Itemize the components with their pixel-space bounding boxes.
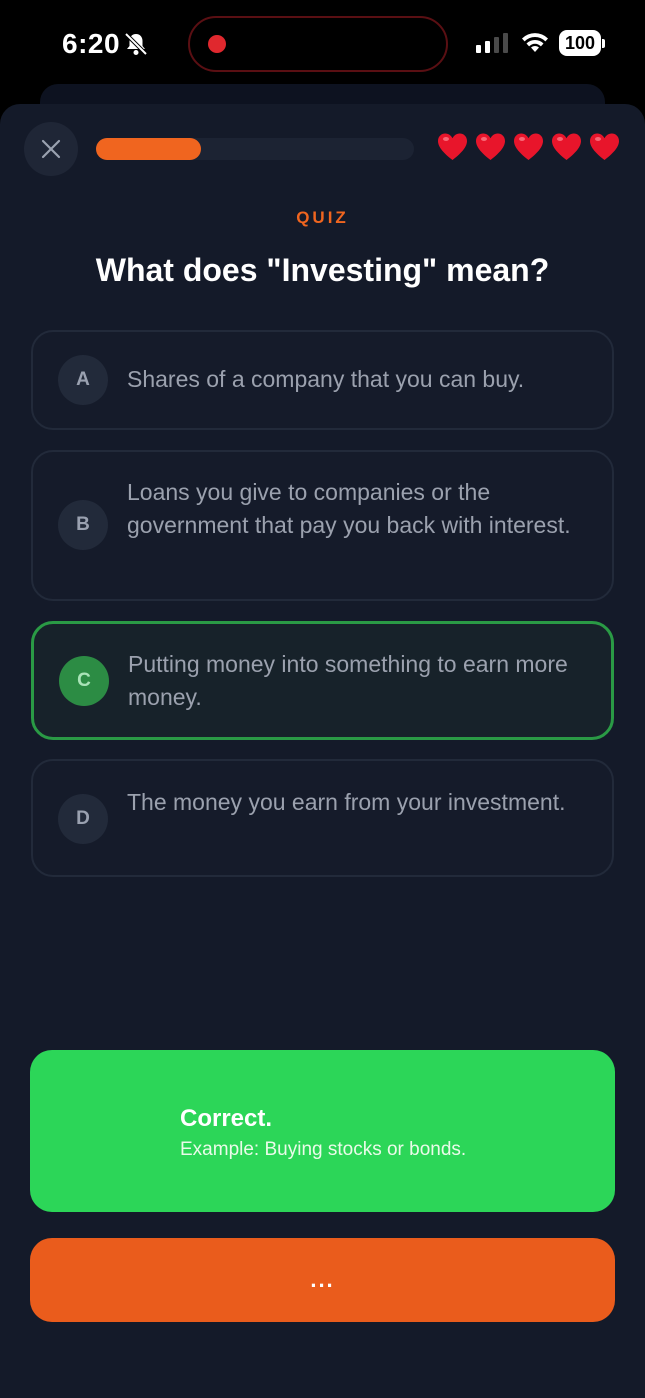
heart-icon xyxy=(476,133,505,160)
close-icon xyxy=(41,139,61,159)
option-text: Loans you give to companies or the gover… xyxy=(127,479,571,538)
option-letter: B xyxy=(58,500,108,550)
dynamic-island xyxy=(188,16,448,72)
lives-hearts xyxy=(438,132,619,166)
option-letter: A xyxy=(58,355,108,405)
option-letter: C xyxy=(59,656,109,706)
question-title: What does "Investing" mean? xyxy=(95,252,550,288)
quiz-kicker: QUIZ xyxy=(296,208,349,227)
battery-icon: 100 xyxy=(559,30,605,56)
option-a[interactable]: A Shares of a company that you can buy. xyxy=(31,330,614,430)
progress-bar xyxy=(96,138,414,160)
heart-icon xyxy=(590,133,619,160)
continue-button[interactable]: ... xyxy=(30,1238,615,1322)
option-text: The money you earn from your investment. xyxy=(127,789,566,815)
option-text: Shares of a company that you can buy. xyxy=(127,366,525,392)
bell-slash-icon xyxy=(124,32,148,56)
record-dot-icon xyxy=(208,35,226,53)
feedback-subtitle: Example: Buying stocks or bonds. xyxy=(180,1139,467,1160)
option-letter: D xyxy=(58,794,108,844)
cellular-signal-icon xyxy=(476,33,508,53)
option-text: Putting money into something to earn mor… xyxy=(128,651,568,710)
option-c[interactable]: C Putting money into something to earn m… xyxy=(31,621,614,740)
battery-level: 100 xyxy=(559,30,601,56)
progress-fill xyxy=(96,138,201,160)
option-d[interactable]: D The money you earn from your investmen… xyxy=(31,759,614,877)
option-b[interactable]: B Loans you give to companies or the gov… xyxy=(31,450,614,601)
heart-icon xyxy=(514,133,543,160)
heart-icon xyxy=(552,133,581,160)
feedback-banner: Correct. Example: Buying stocks or bonds… xyxy=(30,1050,615,1212)
close-button[interactable] xyxy=(24,122,78,176)
quiz-sheet: QUIZ What does "Investing" mean? A Share… xyxy=(0,104,645,1398)
wifi-icon xyxy=(522,33,548,52)
feedback-title: Correct. xyxy=(180,1105,273,1132)
status-time: 6:20 xyxy=(62,28,121,59)
status-bar: 6:20 100 xyxy=(0,0,645,90)
heart-icon xyxy=(438,133,467,160)
